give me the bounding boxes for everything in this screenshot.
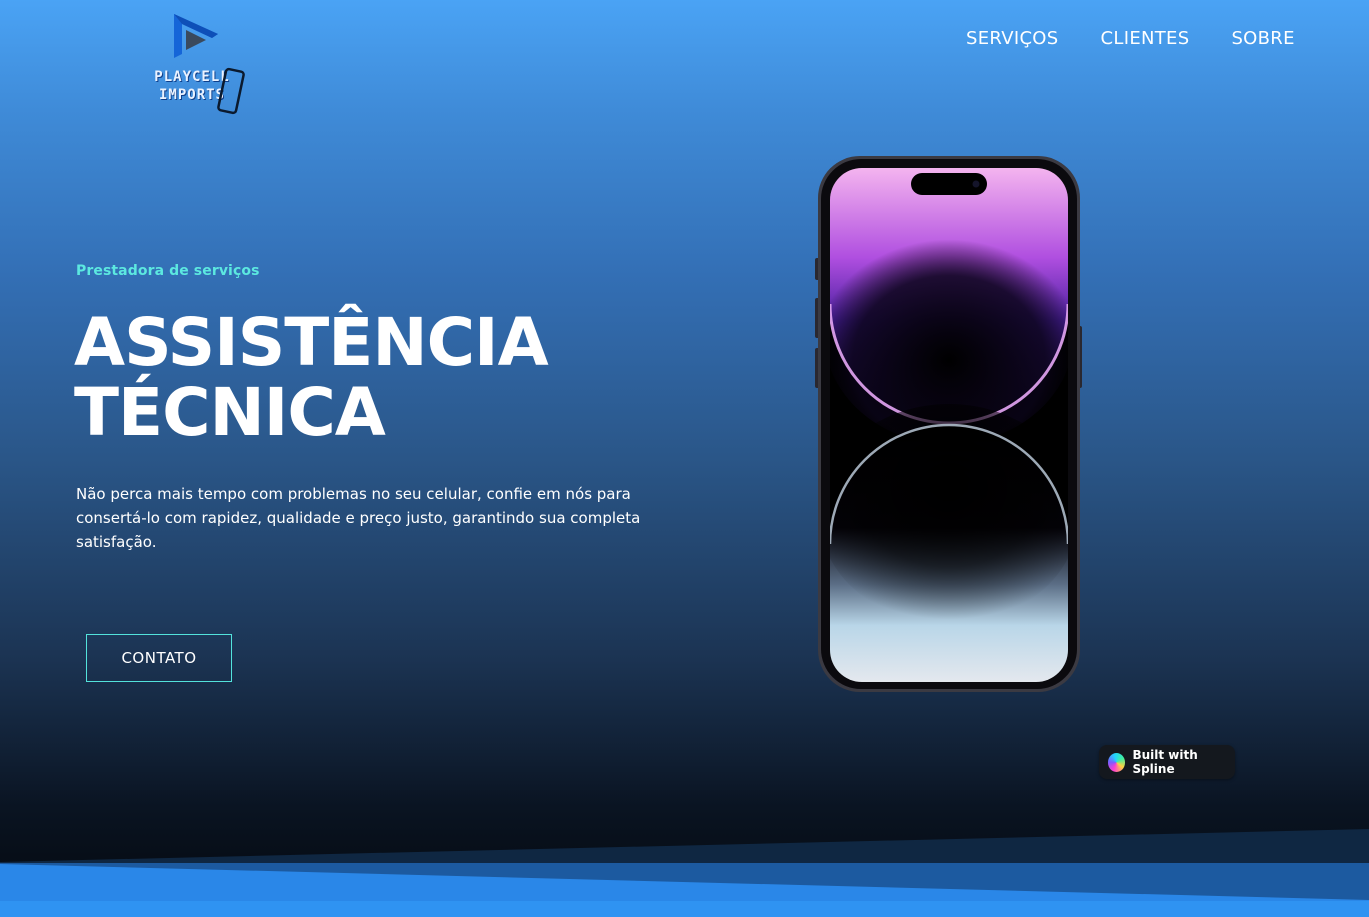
hero-title-line-2: TÉCNICA: [74, 374, 386, 451]
hero-title: ASSISTÊNCIA TÉCNICA: [74, 308, 694, 448]
bottom-wave-divider: [0, 829, 1369, 917]
nav-servicos[interactable]: SERVIÇOS: [966, 28, 1059, 49]
nav-clientes[interactable]: CLIENTES: [1101, 28, 1190, 49]
phone-outline-icon: [217, 67, 245, 115]
main-nav: SERVIÇOS CLIENTES SOBRE: [966, 28, 1295, 49]
phone-illustration[interactable]: [814, 154, 1082, 696]
hero-title-line-1: ASSISTÊNCIA: [74, 304, 549, 381]
play-logo-icon: [174, 14, 218, 58]
spline-badge-label: Built with Spline: [1132, 748, 1198, 776]
brand-logo[interactable]: PLAYCELL IMPORTS: [136, 8, 248, 115]
spline-logo-icon: [1108, 752, 1126, 772]
hero-description: Não perca mais tempo com problemas no se…: [76, 485, 641, 551]
nav-sobre[interactable]: SOBRE: [1231, 28, 1294, 49]
hero-eyebrow: Prestadora de serviços: [76, 263, 260, 279]
contact-button[interactable]: CONTATO: [86, 634, 232, 682]
spline-badge[interactable]: Built with Spline: [1099, 745, 1235, 779]
